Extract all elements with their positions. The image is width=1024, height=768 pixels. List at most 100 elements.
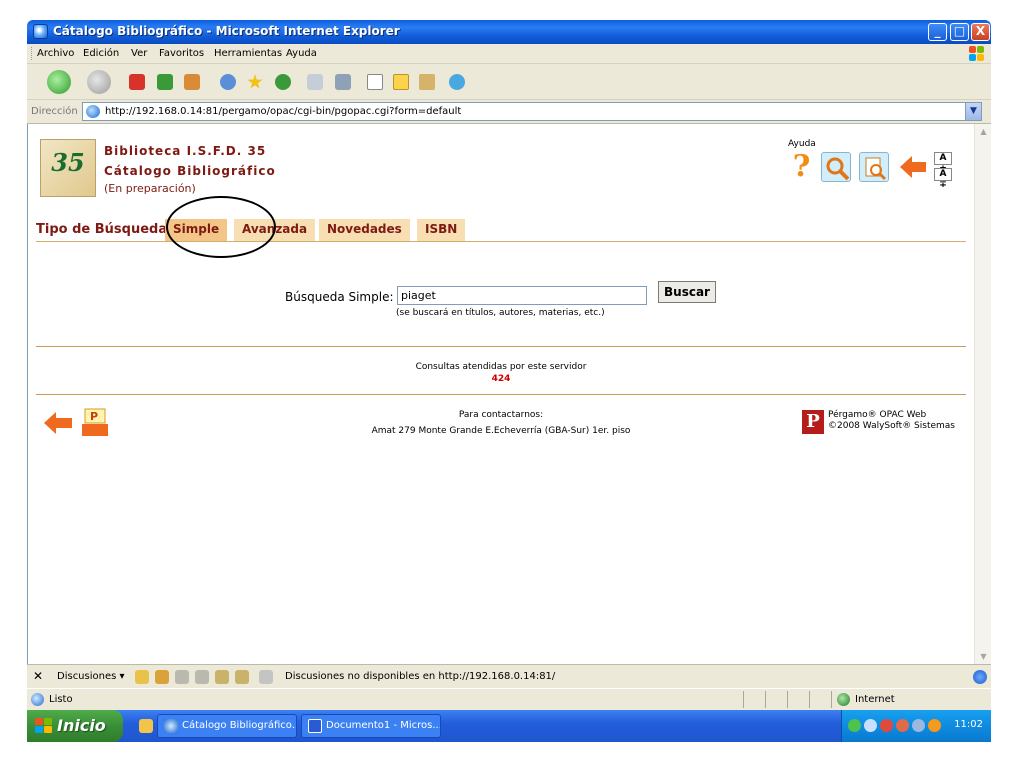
messenger-icon[interactable] [449,74,465,90]
help-icon[interactable]: ? [788,152,815,182]
status-separator [787,691,788,708]
menu-grip [31,47,33,60]
pergamo-line1: Pérgamo® OPAC Web [828,410,927,420]
clock: 11:02 [954,719,983,730]
page-content: 35 Biblioteca I.S.F.D. 35 Cátalogo Bibli… [27,124,991,664]
address-dropdown-icon[interactable]: ▼ [965,103,981,120]
discussions-bar: ✕ Discusiones ▾ Discusiones no disponibl… [27,664,991,688]
home-icon[interactable] [184,74,200,90]
research-icon[interactable] [419,74,435,90]
mail-icon[interactable] [307,74,323,90]
menu-archivo[interactable]: Archivo [37,48,74,59]
address-url[interactable]: http://192.168.0.14:81/pergamo/opac/cgi-… [105,106,461,117]
queries-label: Consultas atendidas por este servidor [415,362,587,372]
task-word[interactable]: Documento1 - Micros... [301,714,441,738]
system-tray: 11:02 [841,710,991,742]
library-title: Biblioteca I.S.F.D. 35 [104,144,267,158]
ie-icon [33,24,48,39]
refresh-icon[interactable] [157,74,173,90]
internet-zone-icon [837,693,850,706]
windows-logo-icon [965,44,985,63]
tray-icon[interactable] [880,719,893,732]
status-separator [831,691,832,708]
scroll-down-icon[interactable]: ▼ [976,649,991,664]
task-ie[interactable]: Cátalogo Bibliográfico... [157,714,297,738]
history-icon[interactable] [275,74,291,90]
address-field[interactable]: http://192.168.0.14:81/pergamo/opac/cgi-… [82,102,982,121]
menu-herramientas[interactable]: Herramientas [214,48,282,59]
address-bar: Dirección http://192.168.0.14:81/pergamo… [27,100,991,124]
font-decrease-button[interactable]: A ∓ [934,168,952,190]
status-text: Listo [49,694,73,705]
contact-label: Para contactarnos: [458,410,544,420]
back-icon[interactable] [47,70,71,94]
pergamo-line2: ©2008 WalySoft® Sistemas [828,421,955,431]
discussion-icon[interactable] [155,670,169,684]
library-logo: 35 [40,139,96,197]
tab-novedades[interactable]: Novedades [319,219,410,241]
status-separator [743,691,744,708]
menu-favoritos[interactable]: Favoritos [159,48,204,59]
toolbar [27,64,991,100]
scroll-up-icon[interactable]: ▲ [976,124,991,139]
discussions-menu[interactable]: Discusiones ▾ [57,671,125,682]
search-button[interactable]: Buscar [658,281,716,303]
tray-icon[interactable] [912,719,925,732]
back-arrow-icon[interactable] [898,152,928,182]
close-button[interactable]: X [971,23,990,41]
start-label: Inicio [57,716,106,735]
search-type-label: Tipo de Búsqueda [36,222,168,237]
menu-bar: Archivo Edición Ver Favoritos Herramient… [27,44,991,64]
vertical-scrollbar[interactable]: ▲ ▼ [974,124,991,664]
search-icon[interactable] [220,74,236,90]
list-search-icon[interactable] [859,152,889,182]
logo-number: 35 [51,148,85,177]
status-separator [809,691,810,708]
tray-icon[interactable] [896,719,909,732]
discussions-message: Discusiones no disponibles en http://192… [285,671,556,682]
status-note: (En preparación) [104,182,196,195]
menu-ayuda[interactable]: Ayuda [286,48,317,59]
annotation-circle [166,196,276,258]
tab-isbn[interactable]: ISBN [417,219,466,241]
font-increase-button[interactable]: A ± [934,152,952,174]
pergamo-logo-icon: P [802,410,824,434]
tray-icon[interactable] [928,719,941,732]
status-bar: Listo Internet [27,688,991,710]
address-label: Dirección [31,106,78,117]
network-icon[interactable] [864,719,877,732]
quicklaunch-icon[interactable] [139,719,153,733]
notes-icon[interactable] [393,74,409,90]
tray-icon[interactable] [848,719,861,732]
task-word-label: Documento1 - Micros... [326,720,441,731]
search-hint: (se buscará en títulos, autores, materia… [396,308,605,318]
discussion-icon[interactable] [259,670,273,684]
forward-icon[interactable] [87,70,111,94]
status-separator [765,691,766,708]
discussion-icon[interactable] [175,670,189,684]
help-circle-icon[interactable] [973,670,987,684]
catalog-title: Cátalogo Bibliográfico [104,164,276,178]
minimize-button[interactable]: _ [928,23,947,41]
search-catalog-icon[interactable] [821,152,851,182]
stop-icon[interactable] [129,74,145,90]
menu-ver[interactable]: Ver [131,48,147,59]
start-button[interactable]: Inicio [27,710,123,742]
discussion-icon[interactable] [215,670,229,684]
ie-task-icon [164,719,178,733]
close-discussions-icon[interactable]: ✕ [33,669,43,683]
menu-edicion[interactable]: Edición [83,48,119,59]
search-input[interactable] [397,286,647,305]
divider [36,394,966,395]
search-label: Búsqueda Simple: [285,290,394,304]
windows-flag-icon [35,718,53,734]
discussion-icon[interactable] [135,670,149,684]
edit-icon[interactable] [367,74,383,90]
word-task-icon [308,719,322,733]
print-icon[interactable] [335,74,351,90]
favorites-icon[interactable] [247,74,263,89]
discussion-icon[interactable] [235,670,249,684]
screen: Cátalogo Bibliográfico - Microsoft Inter… [0,0,1024,768]
discussion-icon[interactable] [195,670,209,684]
maximize-button[interactable]: □ [950,23,969,41]
